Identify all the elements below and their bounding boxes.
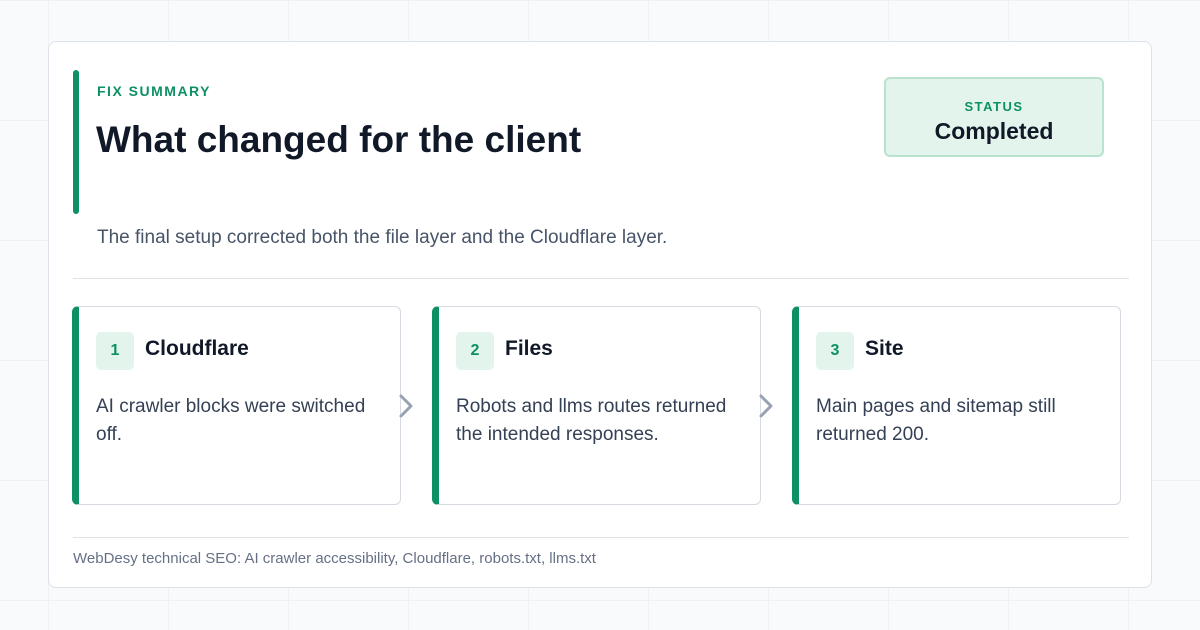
step-title: Files [505, 337, 553, 360]
step-description: AI crawler blocks were switched off. [96, 396, 366, 445]
header-accent-bar [73, 70, 79, 214]
page-title: What changed for the client [96, 119, 582, 160]
fix-summary-card: FIX SUMMARY What changed for the client … [48, 41, 1152, 588]
step-card-cloudflare: 1 Cloudflare AI crawler blocks were swit… [72, 306, 401, 505]
step-number: 1 [96, 332, 134, 370]
footer-text: WebDesy technical SEO: AI crawler access… [73, 550, 596, 567]
step-number: 3 [816, 332, 854, 370]
step-card-files: 2 Files Robots and llms routes returned … [432, 306, 761, 505]
step-number: 2 [456, 332, 494, 370]
footer-divider [73, 537, 1129, 538]
step-description: Robots and llms routes returned the inte… [456, 396, 727, 445]
chevron-right-icon [399, 394, 413, 418]
status-badge: STATUS Completed [884, 77, 1104, 157]
status-label: STATUS [964, 99, 1024, 114]
step-title: Cloudflare [145, 337, 249, 360]
status-value: Completed [934, 118, 1054, 144]
chevron-right-icon [759, 394, 773, 418]
header-divider [73, 278, 1129, 279]
step-card-site: 3 Site Main pages and sitemap still retu… [792, 306, 1121, 505]
step-description: Main pages and sitemap still returned 20… [816, 396, 1056, 445]
eyebrow-label: FIX SUMMARY [97, 83, 211, 99]
step-title: Site [865, 337, 904, 360]
page-subtitle: The final setup corrected both the file … [97, 227, 668, 248]
